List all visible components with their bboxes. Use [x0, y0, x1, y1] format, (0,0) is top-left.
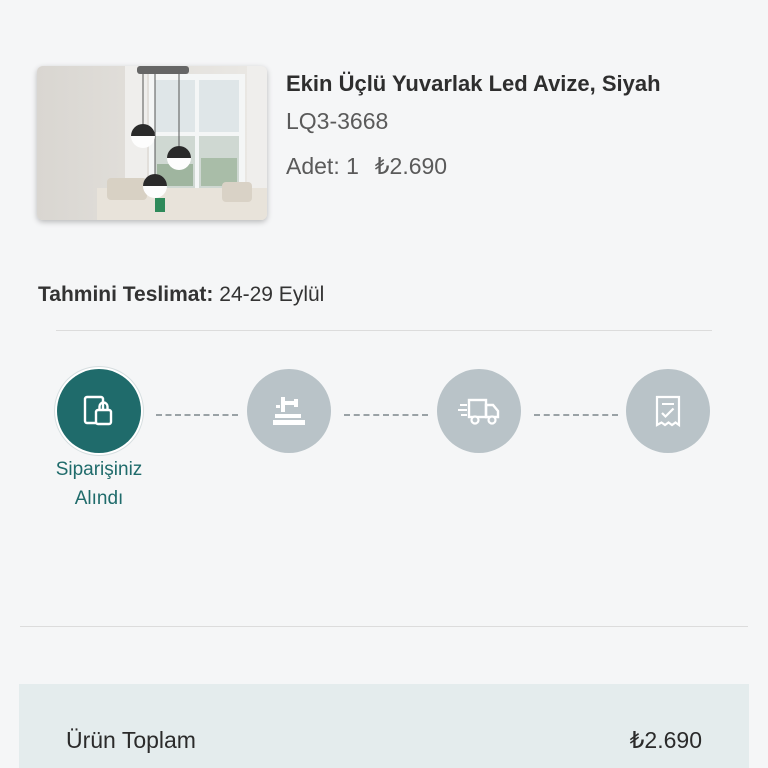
- step-connector: [156, 414, 238, 416]
- delivered-receipt-icon: [655, 395, 681, 428]
- product-image[interactable]: [37, 66, 267, 220]
- product-title[interactable]: Ekin Üçlü Yuvarlak Led Avize, Siyah: [286, 71, 661, 97]
- summary-total-label: Ürün Toplam: [66, 727, 196, 753]
- order-detail-page: Ekin Üçlü Yuvarlak Led Avize, Siyah LQ3-…: [0, 0, 768, 768]
- step-shipping: [437, 369, 521, 453]
- step-connector: [344, 414, 428, 416]
- product-quantity: Adet: 1: [286, 153, 359, 179]
- step-preparing: [247, 369, 331, 453]
- preparing-icon: [273, 397, 305, 425]
- order-received-icon: [83, 395, 113, 426]
- product-price: ₺2.690: [374, 153, 448, 179]
- step-connector: [534, 414, 618, 416]
- pendant-lamp-photo: [37, 66, 267, 220]
- step-order-received: [57, 369, 141, 453]
- summary-total-value: ₺2.690: [629, 727, 702, 753]
- estimated-delivery: Tahmini Teslimat: 24-29 Eylül: [38, 283, 324, 307]
- step-delivered: [626, 369, 710, 453]
- step-label-order-received: Siparişiniz Alındı: [55, 459, 143, 509]
- divider: [56, 330, 712, 331]
- order-summary: Ürün Toplam ₺2.690: [19, 684, 749, 768]
- delivery-label: Tahmini Teslimat:: [38, 283, 214, 306]
- divider: [20, 626, 748, 627]
- product-sku: LQ3-3668: [286, 108, 389, 134]
- product-qty-price-row: Adet: 1 ₺2.690: [286, 153, 447, 180]
- delivery-value: 24-29 Eylül: [219, 283, 325, 306]
- shipping-truck-icon: [458, 398, 500, 425]
